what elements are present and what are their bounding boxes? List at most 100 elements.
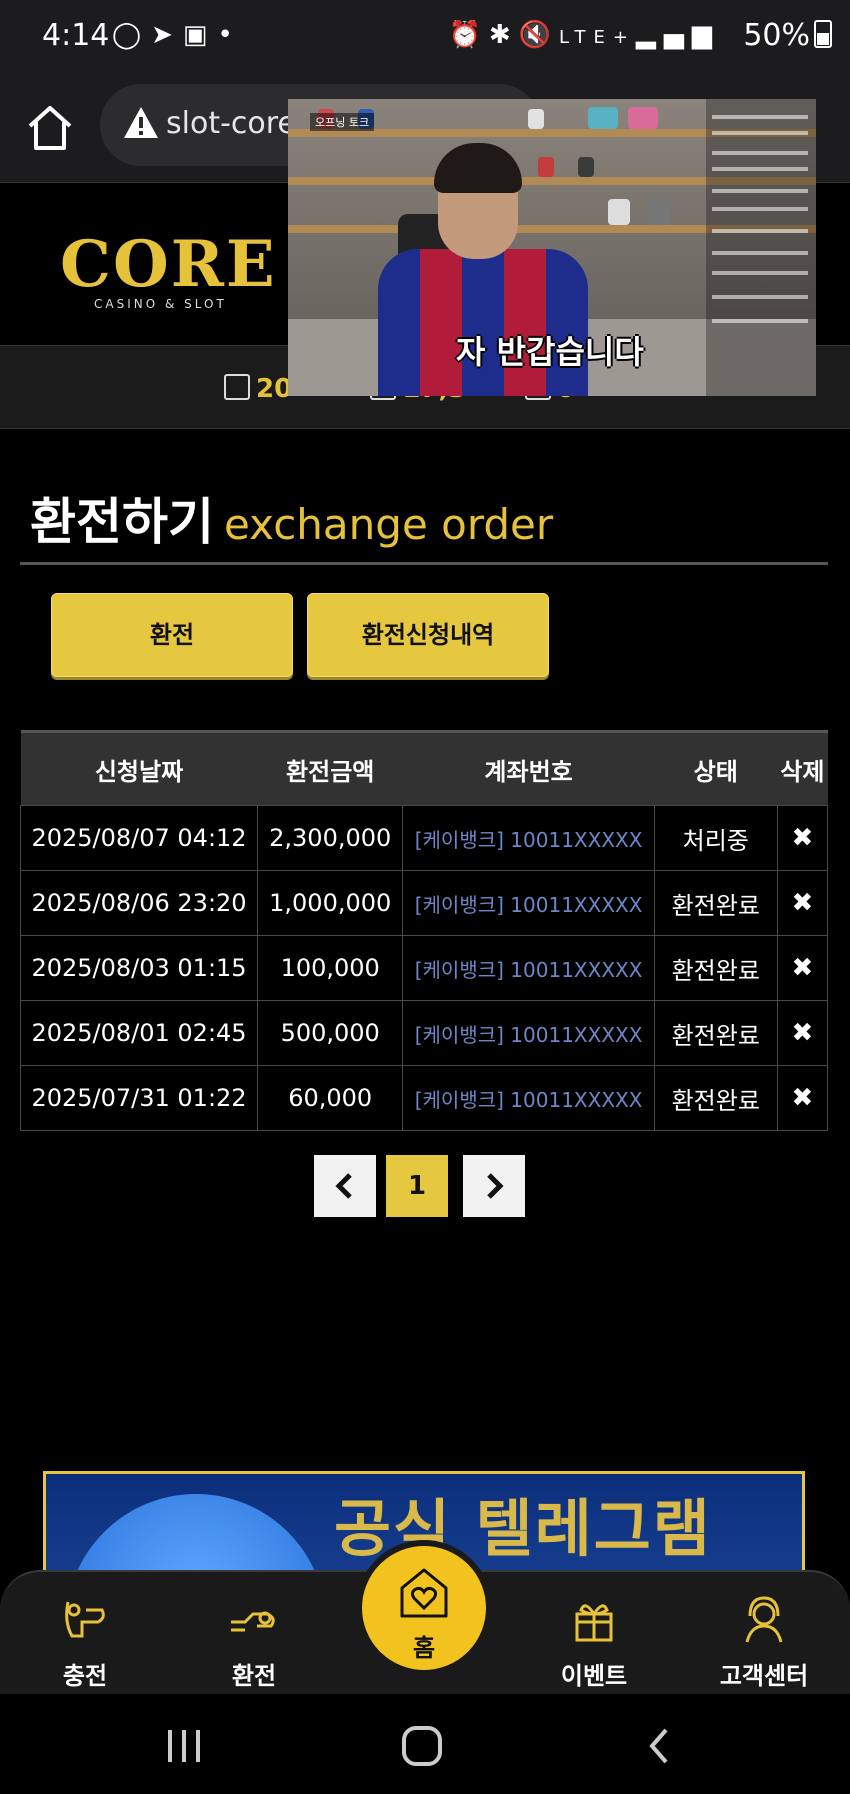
cell-account: [케이뱅크] 10011XXXXX — [402, 935, 655, 1001]
battery-icon — [814, 20, 832, 48]
cell-date: 2025/08/07 04:12 — [19, 805, 259, 871]
system-navigation-bar — [0, 1694, 850, 1794]
gift-icon — [575, 1604, 613, 1642]
video-figure — [528, 109, 544, 129]
nav-exchange-label: 환전 — [231, 1662, 277, 1690]
chat-line — [712, 295, 808, 299]
page-title-english: exchange order — [224, 500, 554, 549]
chat-line — [712, 271, 808, 275]
cell-status: 환전완료 — [653, 1000, 778, 1066]
chat-line — [712, 115, 808, 119]
battery-percent: 50% — [743, 18, 810, 53]
delete-row-button[interactable]: ✖ — [776, 870, 829, 936]
home-nav-icon[interactable] — [400, 1724, 444, 1768]
notification-icons: ◯➤▣• — [112, 20, 243, 50]
cell-date: 2025/08/01 02:45 — [19, 1000, 259, 1066]
logo-subtitle: CASINO & SLOT — [94, 297, 227, 311]
header-status: 상태 — [654, 730, 778, 806]
battery: 50% — [743, 18, 832, 53]
close-icon: ✖ — [791, 823, 814, 853]
video-figure — [648, 199, 670, 225]
cell-amount: 60,000 — [257, 1065, 404, 1131]
mute-icon: 🔇 — [518, 20, 559, 50]
chevron-left-icon — [335, 1173, 352, 1199]
cell-amount: 2,300,000 — [257, 805, 404, 871]
chat-line — [712, 131, 808, 135]
video-chat-panel — [706, 99, 816, 396]
home-icon[interactable] — [24, 102, 76, 154]
delete-row-button[interactable]: ✖ — [776, 1000, 829, 1066]
video-figure — [628, 107, 658, 129]
cell-account: [케이뱅크] 10011XXXXX — [402, 870, 655, 936]
info-value-1: 20 — [256, 374, 293, 404]
title-divider — [20, 562, 828, 565]
video-overlay[interactable]: 오프닝 토크 자 반갑습니다 — [288, 99, 816, 396]
cell-status: 환전완료 — [653, 1065, 778, 1131]
next-page-button[interactable] — [463, 1155, 525, 1217]
cell-amount: 1,000,000 — [257, 870, 404, 936]
url-text: slot-core — [166, 106, 296, 141]
system-icons: ⏰✱🔇LTE+▂▄▆ — [448, 20, 720, 50]
status-bar: 4:14 ◯➤▣• ⏰✱🔇LTE+▂▄▆ 50% — [0, 0, 850, 78]
cell-date: 2025/07/31 01:22 — [19, 1065, 259, 1131]
status-time: 4:14 — [42, 18, 110, 53]
exchange-history-button[interactable]: 환전신청내역 — [307, 593, 549, 677]
nav-exchange[interactable]: 환전 — [194, 1592, 314, 1691]
recent-apps-icon[interactable] — [164, 1728, 204, 1764]
telegram-icon — [66, 1494, 326, 1578]
back-icon[interactable] — [644, 1726, 674, 1766]
video-figure — [588, 107, 618, 129]
prev-page-button[interactable] — [314, 1155, 376, 1217]
nav-deposit-label: 충전 — [62, 1662, 108, 1690]
chat-line — [712, 167, 808, 171]
delete-row-button[interactable]: ✖ — [776, 805, 829, 871]
table-header-row: 신청날짜 환전금액 계좌번호 상태 삭제 — [20, 730, 828, 806]
nav-home[interactable]: 홈 — [356, 1540, 492, 1676]
telegram-icon: ➤ — [151, 20, 183, 50]
pill-icon: ◯ — [112, 20, 152, 50]
close-icon: ✖ — [791, 1083, 814, 1113]
nav-event-label: 이벤트 — [560, 1662, 628, 1690]
warning-icon — [124, 107, 158, 138]
nav-support-label: 고객센터 — [719, 1662, 809, 1690]
cell-date: 2025/08/03 01:15 — [19, 935, 259, 1001]
chat-line — [712, 319, 808, 323]
nav-support[interactable]: 고객센터 — [704, 1592, 824, 1691]
chat-line — [712, 151, 808, 155]
cell-amount: 500,000 — [257, 1000, 404, 1066]
video-figure — [538, 157, 554, 177]
home-heart-icon — [400, 1568, 448, 1618]
core-logo[interactable]: CORE CASINO & SLOT — [60, 233, 275, 313]
mileage-icon — [224, 374, 250, 400]
delete-row-button[interactable]: ✖ — [776, 1065, 829, 1131]
nav-event[interactable]: 이벤트 — [534, 1592, 654, 1691]
chat-line — [712, 189, 808, 193]
cell-status: 처리중 — [653, 805, 778, 871]
video-caption: 자 반갑습니다 — [456, 333, 644, 371]
deposit-icon — [65, 1601, 105, 1638]
nav-home-label: 홈 — [412, 1634, 436, 1662]
delete-row-button[interactable]: ✖ — [776, 935, 829, 1001]
cell-account: [케이뱅크] 10011XXXXX — [402, 1065, 655, 1131]
exchange-button[interactable]: 환전 — [51, 593, 293, 677]
chat-line — [712, 251, 808, 255]
webtoon-icon: ▣ — [182, 20, 218, 50]
chevron-right-icon — [487, 1173, 504, 1199]
table-row: 2025/07/31 01:22 60,000 [케이뱅크] 10011XXXX… — [19, 1065, 829, 1131]
signal-icon: ▂▄▆ — [636, 20, 720, 50]
page-1-button[interactable]: 1 — [386, 1155, 448, 1217]
nav-deposit[interactable]: 충전 — [25, 1592, 145, 1691]
cell-account: [케이뱅크] 10011XXXXX — [402, 1000, 655, 1066]
support-icon — [745, 1596, 783, 1643]
video-person-body — [378, 249, 588, 396]
video-figure — [608, 199, 630, 225]
header-account: 계좌번호 — [402, 730, 655, 806]
table-row: 2025/08/07 04:12 2,300,000 [케이뱅크] 10011X… — [19, 805, 829, 871]
close-icon: ✖ — [791, 888, 814, 918]
network-label: LTE+ — [559, 27, 636, 48]
logo-text: CORE — [60, 227, 277, 302]
alarm-icon: ⏰ — [448, 20, 489, 50]
chat-line — [712, 207, 808, 211]
page-title-korean: 환전하기 — [30, 493, 214, 551]
exchange-history-table: 신청날짜 환전금액 계좌번호 상태 삭제 2025/08/07 04:12 2,… — [19, 730, 829, 1131]
